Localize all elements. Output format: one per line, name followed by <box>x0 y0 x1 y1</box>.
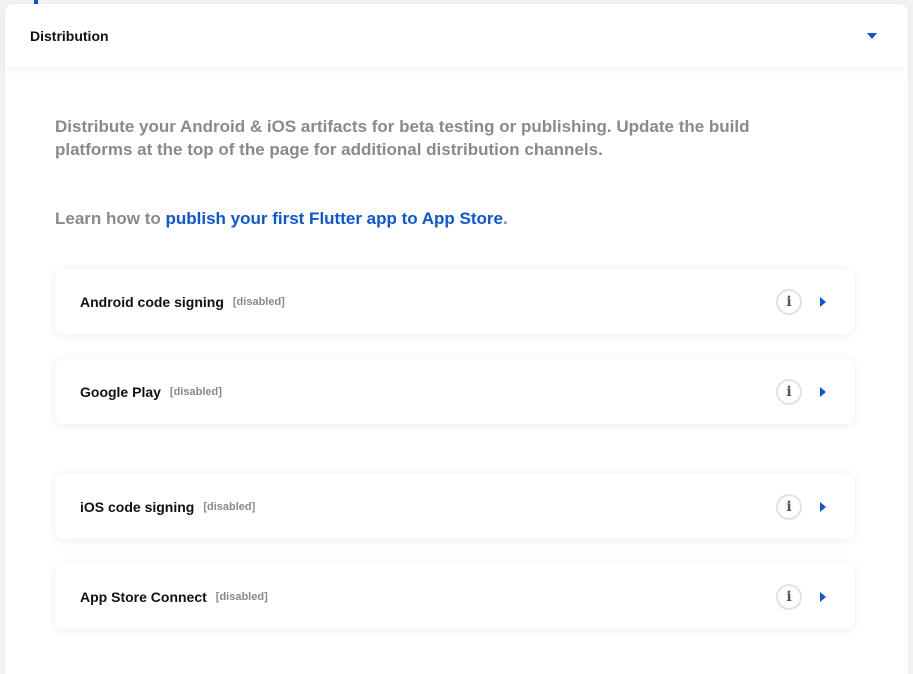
learn-prefix: Learn how to <box>55 209 166 228</box>
panel-title: Distribution <box>30 27 109 44</box>
learn-suffix: . <box>502 209 508 228</box>
intro-text: Distribute your Android & iOS artifacts … <box>55 117 750 159</box>
chevron-right-icon[interactable] <box>820 296 826 307</box>
chevron-right-icon[interactable] <box>820 386 826 397</box>
learn-text: Learn how to publish your first Flutter … <box>55 209 908 229</box>
chevron-right-icon[interactable] <box>820 501 826 512</box>
status-badge: [disabled] <box>215 590 268 603</box>
card-title: App Store Connect <box>80 588 207 605</box>
status-badge: [disabled] <box>203 500 256 513</box>
chevron-down-icon[interactable] <box>867 32 877 39</box>
status-badge: [disabled] <box>169 385 222 398</box>
status-badge: [disabled] <box>232 295 285 308</box>
card-google-play[interactable]: Google Play [disabled] i <box>55 359 854 424</box>
card-title: Google Play <box>80 383 161 400</box>
panel-body: Distribute your Android & iOS artifacts … <box>5 67 908 629</box>
chevron-right-icon[interactable] <box>820 591 826 602</box>
card-app-store-connect[interactable]: App Store Connect [disabled] i <box>55 564 854 629</box>
card-title: iOS code signing <box>80 498 195 515</box>
distribution-cards: Android code signing [disabled] i Google… <box>55 269 854 629</box>
info-icon[interactable]: i <box>776 288 802 315</box>
info-icon[interactable]: i <box>776 378 802 405</box>
distribution-panel-header[interactable]: Distribution <box>5 4 908 67</box>
card-ios-code-signing[interactable]: iOS code signing [disabled] i <box>55 474 854 539</box>
publish-flutter-app-link[interactable]: publish your first Flutter app to App St… <box>166 209 503 228</box>
info-icon[interactable]: i <box>776 583 802 610</box>
distribution-panel: Distribution Distribute your Android & i… <box>5 4 908 674</box>
card-title: Android code signing <box>80 293 224 310</box>
info-icon[interactable]: i <box>776 493 802 520</box>
card-android-code-signing[interactable]: Android code signing [disabled] i <box>55 269 854 334</box>
